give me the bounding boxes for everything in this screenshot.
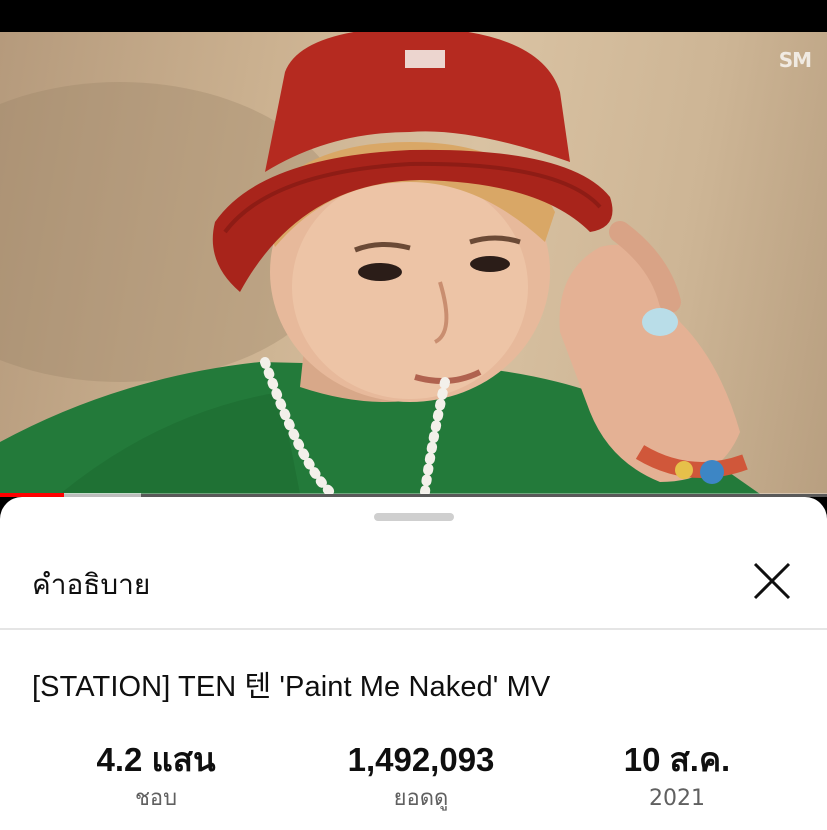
stat-date: 10 ส.ค. 2021 bbox=[557, 737, 797, 817]
description-sheet: คำอธิบาย [STATION] TEN 텐 'Paint Me Naked… bbox=[0, 497, 827, 830]
close-icon bbox=[753, 562, 791, 600]
video-player[interactable]: SM bbox=[0, 32, 827, 494]
video-title: [STATION] TEN 텐 'Paint Me Naked' MV bbox=[32, 671, 551, 703]
close-button[interactable] bbox=[749, 558, 795, 604]
upload-date: 10 ส.ค. bbox=[623, 741, 731, 778]
views-count: 1,492,093 bbox=[347, 741, 495, 778]
likes-count: 4.2 แสน bbox=[96, 741, 216, 778]
views-label: ยอดดู bbox=[393, 786, 449, 811]
stat-likes: 4.2 แสน ชอบ bbox=[36, 737, 276, 817]
channel-watermark: SM bbox=[778, 48, 812, 72]
drag-handle[interactable] bbox=[374, 513, 454, 521]
divider bbox=[0, 628, 827, 630]
status-bar bbox=[0, 0, 827, 32]
likes-label: ชอบ bbox=[134, 786, 178, 811]
video-frame bbox=[0, 32, 760, 494]
upload-year: 2021 bbox=[649, 786, 705, 811]
stat-views: 1,492,093 ยอดดู bbox=[301, 737, 541, 817]
sheet-title: คำอธิบาย bbox=[32, 568, 151, 601]
